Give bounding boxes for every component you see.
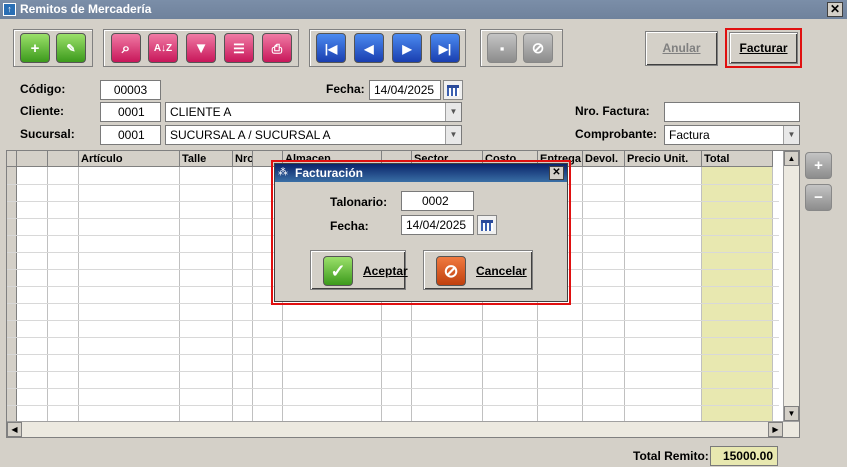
- check-icon: ✓: [323, 256, 353, 286]
- sort-icon[interactable]: A↓Z: [148, 33, 178, 63]
- window-title: Remitos de Mercadería: [0, 0, 847, 19]
- first-record-icon[interactable]: |◀: [316, 33, 346, 63]
- last-record-icon[interactable]: ▶|: [430, 33, 460, 63]
- calendar-icon[interactable]: [477, 215, 497, 235]
- comprobante-value: Factura: [669, 128, 710, 142]
- chevron-down-icon[interactable]: ▼: [783, 126, 799, 144]
- cancel-icon: ⊘: [436, 256, 466, 286]
- cancelar-button[interactable]: ⊘ Cancelar: [423, 250, 533, 290]
- grid-header-total[interactable]: Total: [702, 151, 773, 167]
- calendar-icon[interactable]: [443, 80, 463, 100]
- grid-horizontal-scrollbar[interactable]: ◀ ▶: [7, 421, 799, 437]
- fecha-field[interactable]: 14/04/2025: [369, 80, 441, 100]
- cliente-combo[interactable]: CLIENTE A ▼: [165, 102, 462, 122]
- total-column: [702, 167, 773, 421]
- search-icon[interactable]: ⌕: [111, 33, 141, 63]
- app-icon: ↑: [3, 3, 16, 16]
- sucursal-name: SUCURSAL A / SUCURSAL A: [170, 128, 331, 142]
- grid-header-devol[interactable]: Devol.: [583, 151, 625, 167]
- talonario-label: Talonario:: [330, 195, 388, 209]
- save-icon[interactable]: ▪: [487, 33, 517, 63]
- talonario-field[interactable]: 0002: [401, 191, 474, 211]
- grid-header-blank-1: [17, 151, 48, 167]
- row-selector-column: [7, 167, 17, 421]
- grid-header-blank-2: [48, 151, 79, 167]
- grid-header-selector: [7, 151, 17, 167]
- scroll-down-icon[interactable]: ▼: [784, 406, 799, 421]
- comprobante-select[interactable]: Factura ▼: [664, 125, 800, 145]
- codigo-label: Código:: [20, 82, 66, 96]
- total-remito-value: 15000.00: [710, 446, 778, 466]
- dialog-close-button[interactable]: ✕: [549, 166, 564, 180]
- grid-header-articulo[interactable]: Artículo: [79, 151, 180, 167]
- codigo-field[interactable]: 00003: [100, 80, 161, 100]
- nro-factura-label: Nro. Factura:: [575, 104, 650, 118]
- scroll-left-icon[interactable]: ◀: [7, 422, 22, 437]
- clipboard-icon[interactable]: ☰: [224, 33, 254, 63]
- sucursal-combo[interactable]: SUCURSAL A / SUCURSAL A ▼: [165, 125, 462, 145]
- dialog-fecha-label: Fecha:: [330, 219, 369, 233]
- nro-factura-field[interactable]: [664, 102, 800, 122]
- sucursal-code-field[interactable]: 0001: [100, 125, 161, 145]
- add-icon[interactable]: +: [20, 33, 50, 63]
- anular-button[interactable]: Anular: [645, 31, 718, 66]
- total-remito-label: Total Remito:: [633, 449, 709, 463]
- chevron-down-icon[interactable]: ▼: [445, 103, 461, 121]
- cancel-icon[interactable]: ⊘: [523, 33, 553, 63]
- print-icon[interactable]: ⎙: [262, 33, 292, 63]
- cliente-label: Cliente:: [20, 104, 65, 118]
- dialog-fecha-field[interactable]: 14/04/2025: [401, 215, 474, 235]
- cancelar-label: Cancelar: [476, 264, 527, 278]
- next-record-icon[interactable]: ▶: [392, 33, 422, 63]
- chevron-down-icon[interactable]: ▼: [445, 126, 461, 144]
- grid-header-precio-unit[interactable]: Precio Unit.: [625, 151, 702, 167]
- cliente-code-field[interactable]: 0001: [100, 102, 161, 122]
- facturacion-dialog: Facturación ⁂ ✕ Talonario: 0002 Fecha: 1…: [274, 163, 568, 302]
- dialog-title: Facturación: [275, 164, 567, 182]
- dialog-app-icon: ⁂: [278, 167, 288, 178]
- aceptar-button[interactable]: ✓ Aceptar: [310, 250, 408, 290]
- add-row-icon[interactable]: +: [805, 152, 832, 179]
- window-close-button[interactable]: ✕: [827, 2, 843, 17]
- fecha-label: Fecha:: [326, 82, 365, 96]
- filter-icon[interactable]: ▼: [186, 33, 216, 63]
- comprobante-label: Comprobante:: [575, 127, 657, 141]
- scroll-right-icon[interactable]: ▶: [768, 422, 783, 437]
- edit-icon[interactable]: ✎: [56, 33, 86, 63]
- scroll-up-icon[interactable]: ▲: [784, 151, 799, 166]
- previous-record-icon[interactable]: ◀: [354, 33, 384, 63]
- sucursal-label: Sucursal:: [20, 127, 75, 141]
- facturar-button[interactable]: Facturar: [729, 32, 798, 64]
- remove-row-icon[interactable]: −: [805, 184, 832, 211]
- cliente-name: CLIENTE A: [170, 105, 232, 119]
- grid-vertical-scrollbar[interactable]: ▲ ▼: [783, 151, 799, 421]
- grid-header-nro[interactable]: Nro: [233, 151, 253, 167]
- grid-header-talle[interactable]: Talle: [180, 151, 233, 167]
- aceptar-label: Aceptar: [363, 264, 408, 278]
